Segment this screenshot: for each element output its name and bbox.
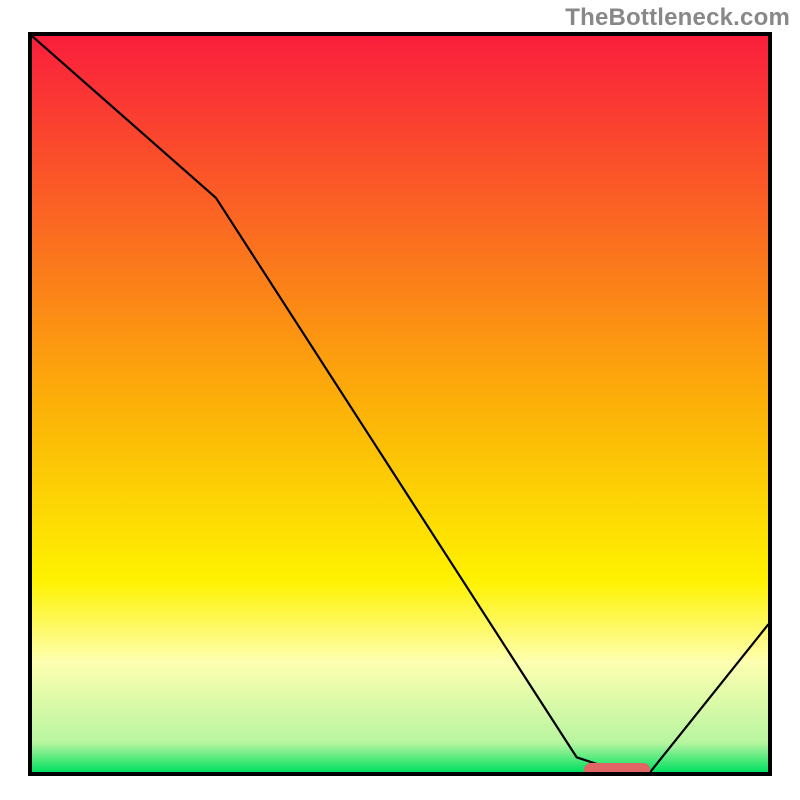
chart-stage: TheBottleneck.com [0, 0, 800, 800]
plot-area [32, 36, 768, 772]
chart-svg [32, 36, 768, 772]
gradient-background [32, 36, 768, 772]
optimal-marker [584, 763, 650, 772]
plot-frame [28, 32, 772, 776]
watermark-text: TheBottleneck.com [565, 4, 790, 32]
